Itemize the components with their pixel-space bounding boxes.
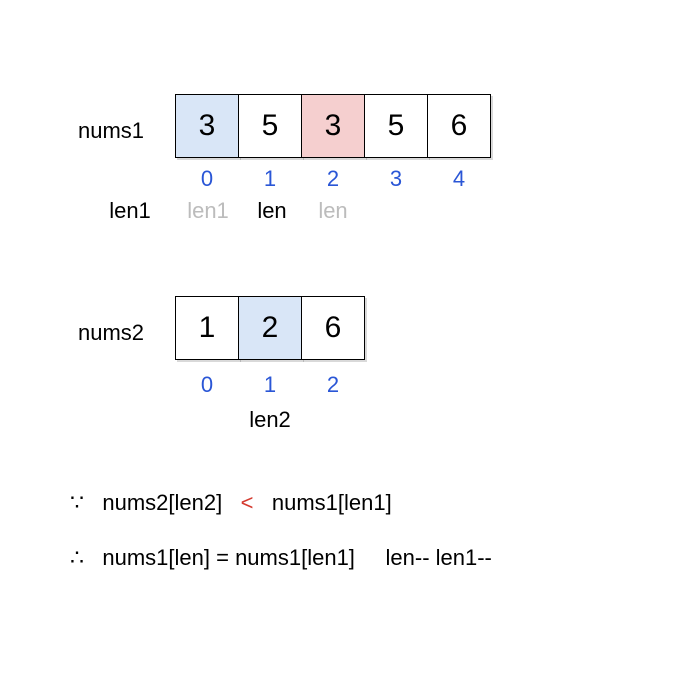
nums1-cell-1: 5 xyxy=(238,94,302,158)
nums1-indices: 0 1 2 3 4 xyxy=(175,166,490,192)
nums2-index-0: 0 xyxy=(175,372,239,398)
nums1-pointers: len1 len1 len len xyxy=(85,198,426,224)
nums2-cells: 1 2 6 xyxy=(175,296,364,360)
nums1-index-2: 2 xyxy=(301,166,365,192)
because-left: nums2[len2] xyxy=(102,490,222,515)
nums2-cell-2: 6 xyxy=(301,296,365,360)
nums2-pointer-len2: len2 xyxy=(238,407,302,433)
nums1-cell-3: 5 xyxy=(364,94,428,158)
because-right: nums1[len1] xyxy=(272,490,392,515)
nums1-ptr-2: len xyxy=(241,198,303,224)
nums1-ptr-1: len1 xyxy=(174,198,242,224)
nums1-index-0: 0 xyxy=(175,166,239,192)
nums1-cell-0: 3 xyxy=(175,94,239,158)
nums1-label: nums1 xyxy=(78,118,144,144)
nums1-ptr-3: len xyxy=(302,198,364,224)
therefore-main: nums1[len] = nums1[len1] xyxy=(102,545,355,570)
nums2-indices: 0 1 2 xyxy=(175,372,364,398)
nums1-ptr-0: len1 xyxy=(85,198,175,224)
nums1-index-4: 4 xyxy=(427,166,491,192)
statement-therefore: ∴ nums1[len] = nums1[len1] len-- len1-- xyxy=(70,545,492,571)
nums2-index-1: 1 xyxy=(238,372,302,398)
nums2-cell-1: 2 xyxy=(238,296,302,360)
nums2-cell-0: 1 xyxy=(175,296,239,360)
nums1-cells: 3 5 3 5 6 xyxy=(175,94,490,158)
statement-because: ∵ nums2[len2] < nums1[len1] xyxy=(70,490,392,516)
therefore-tail: len-- len1-- xyxy=(386,545,492,570)
nums1-index-1: 1 xyxy=(238,166,302,192)
nums1-cell-2: 3 xyxy=(301,94,365,158)
nums2-label: nums2 xyxy=(78,320,144,346)
because-symbol: ∵ xyxy=(70,490,84,515)
nums1-index-3: 3 xyxy=(364,166,428,192)
nums2-index-2: 2 xyxy=(301,372,365,398)
nums1-ptr-4 xyxy=(363,198,427,224)
therefore-symbol: ∴ xyxy=(70,545,84,570)
nums1-cell-4: 6 xyxy=(427,94,491,158)
because-op: < xyxy=(241,490,254,515)
